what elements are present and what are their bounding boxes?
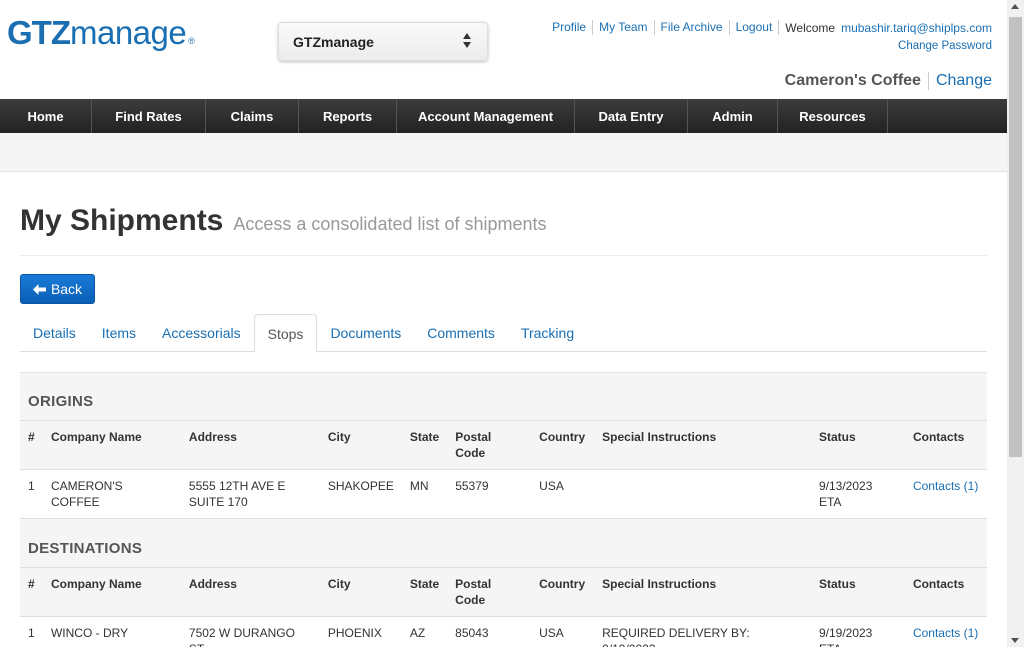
destinations-table: # Company Name Address City State Postal…: [20, 567, 987, 647]
nav-account-management[interactable]: Account Management: [397, 99, 575, 133]
back-button-label: Back: [50, 281, 83, 297]
row-status: 9/19/2023 ETA: [810, 616, 905, 647]
row-instructions: [594, 469, 811, 519]
col-contacts: Contacts: [904, 567, 987, 617]
nav-resources[interactable]: Resources: [778, 99, 888, 133]
nav-claims[interactable]: Claims: [206, 99, 299, 133]
col-special-instructions: Special Instructions: [594, 567, 811, 617]
profile-link[interactable]: Profile: [552, 20, 594, 35]
nav-admin[interactable]: Admin: [688, 99, 778, 133]
tab-documents[interactable]: Documents: [317, 314, 414, 352]
col-country: Country: [531, 567, 595, 617]
nav-data-entry[interactable]: Data Entry: [575, 99, 688, 133]
tab-details[interactable]: Details: [20, 314, 89, 352]
account-select[interactable]: GTZmanage: [278, 22, 488, 61]
scroll-thumb[interactable]: [1009, 17, 1022, 457]
vertical-scrollbar[interactable]: [1007, 0, 1024, 647]
col-company-name: Company Name: [42, 420, 181, 470]
col-country: Country: [531, 420, 595, 470]
stops-panel: ORIGINS # Company Name Address City Stat…: [20, 372, 987, 647]
main-nav: Home Find Rates Claims Reports Account M…: [0, 99, 1007, 133]
row-postal: 85043: [447, 616, 532, 647]
gtzmanage-logo[interactable]: GTZ manage ®: [7, 14, 195, 52]
row-country: USA: [531, 469, 595, 519]
row-state: AZ: [401, 616, 448, 647]
arrow-left-icon: [32, 283, 46, 295]
company-name: Cameron's Coffee: [785, 72, 929, 90]
page-subtitle: Access a consolidated list of shipments: [233, 214, 547, 234]
table-row: 1 WINCO - DRY 7502 W DURANGO ST PHOENIX …: [20, 616, 987, 647]
contacts-link[interactable]: Contacts (1): [913, 626, 978, 640]
row-postal: 55379: [447, 469, 532, 519]
page-title: My Shipments Access a consolidated list …: [20, 204, 547, 238]
logout-link[interactable]: Logout: [730, 20, 780, 35]
row-contacts-cell: Contacts (1): [904, 616, 987, 647]
col-contacts: Contacts: [904, 420, 987, 470]
nav-home[interactable]: Home: [0, 99, 92, 133]
page-title-text: My Shipments: [20, 204, 224, 237]
col-special-instructions: Special Instructions: [594, 420, 811, 470]
origins-table: # Company Name Address City State Postal…: [20, 420, 987, 519]
select-arrows-icon: [463, 33, 471, 48]
origins-header-row: # Company Name Address City State Postal…: [20, 420, 987, 470]
col-address: Address: [180, 567, 320, 617]
row-country: USA: [531, 616, 595, 647]
change-company-link[interactable]: Change: [929, 72, 992, 90]
scroll-up-arrow-icon[interactable]: [1011, 4, 1019, 9]
col-num: #: [20, 420, 43, 470]
col-city: City: [319, 420, 402, 470]
contacts-link[interactable]: Contacts (1): [913, 479, 978, 493]
header: GTZ manage ® GTZmanage Profile My Team F…: [0, 0, 1007, 99]
back-button[interactable]: Back: [20, 274, 95, 304]
logo-manage-text: manage: [69, 14, 187, 51]
row-num: 1: [20, 616, 43, 647]
destinations-header-row: # Company Name Address City State Postal…: [20, 567, 987, 617]
tab-items[interactable]: Items: [89, 314, 149, 352]
nav-find-rates[interactable]: Find Rates: [92, 99, 206, 133]
row-state: MN: [401, 469, 448, 519]
tab-stops[interactable]: Stops: [253, 314, 318, 353]
my-team-link[interactable]: My Team: [593, 20, 655, 35]
tab-tracking[interactable]: Tracking: [508, 314, 587, 352]
col-company-name: Company Name: [42, 567, 181, 617]
col-num: #: [20, 567, 43, 617]
file-archive-link[interactable]: File Archive: [655, 20, 730, 35]
tab-comments[interactable]: Comments: [414, 314, 508, 352]
nav-reports[interactable]: Reports: [299, 99, 397, 133]
row-company: CAMERON'S COFFEE: [42, 469, 181, 519]
row-status: 9/13/2023 ETA: [810, 469, 905, 519]
top-links: Profile My Team File Archive Logout Welc…: [552, 20, 992, 35]
col-address: Address: [180, 420, 320, 470]
col-postal-code: Postal Code: [447, 420, 532, 470]
logo-gtz-text: GTZ: [7, 14, 71, 51]
tab-accessorials[interactable]: Accessorials: [149, 314, 254, 352]
row-address: 7502 W DURANGO ST: [180, 616, 320, 647]
col-city: City: [319, 567, 402, 617]
origins-heading: ORIGINS: [20, 372, 987, 420]
col-postal-code: Postal Code: [447, 567, 532, 617]
sub-bar: [0, 133, 1007, 172]
shipment-tabs: Details Items Accessorials Stops Documen…: [20, 314, 987, 353]
company-row: Cameron's Coffee Change: [785, 72, 992, 90]
change-password-link[interactable]: Change Password: [898, 40, 992, 52]
title-divider: [20, 255, 987, 256]
row-num: 1: [20, 469, 43, 519]
destinations-heading: DESTINATIONS: [20, 519, 987, 567]
table-row: 1 CAMERON'S COFFEE 5555 12TH AVE E SUITE…: [20, 469, 987, 519]
col-state: State: [401, 567, 448, 617]
welcome-label: Welcome: [785, 20, 836, 35]
row-city: PHOENIX: [319, 616, 402, 647]
row-city: SHAKOPEE: [319, 469, 402, 519]
row-contacts-cell: Contacts (1): [904, 469, 987, 519]
col-status: Status: [810, 567, 905, 617]
user-email-link[interactable]: mubashir.tariq@shiplps.com: [841, 21, 992, 35]
row-instructions: REQUIRED DELIVERY BY: 9/19/2023: [594, 616, 811, 647]
col-state: State: [401, 420, 448, 470]
row-company: WINCO - DRY: [42, 616, 181, 647]
row-address: 5555 12TH AVE E SUITE 170: [180, 469, 320, 519]
col-status: Status: [810, 420, 905, 470]
account-select-value: GTZmanage: [293, 33, 374, 50]
scroll-down-arrow-icon[interactable]: [1011, 638, 1019, 643]
logo-registered-mark: ®: [188, 36, 195, 46]
